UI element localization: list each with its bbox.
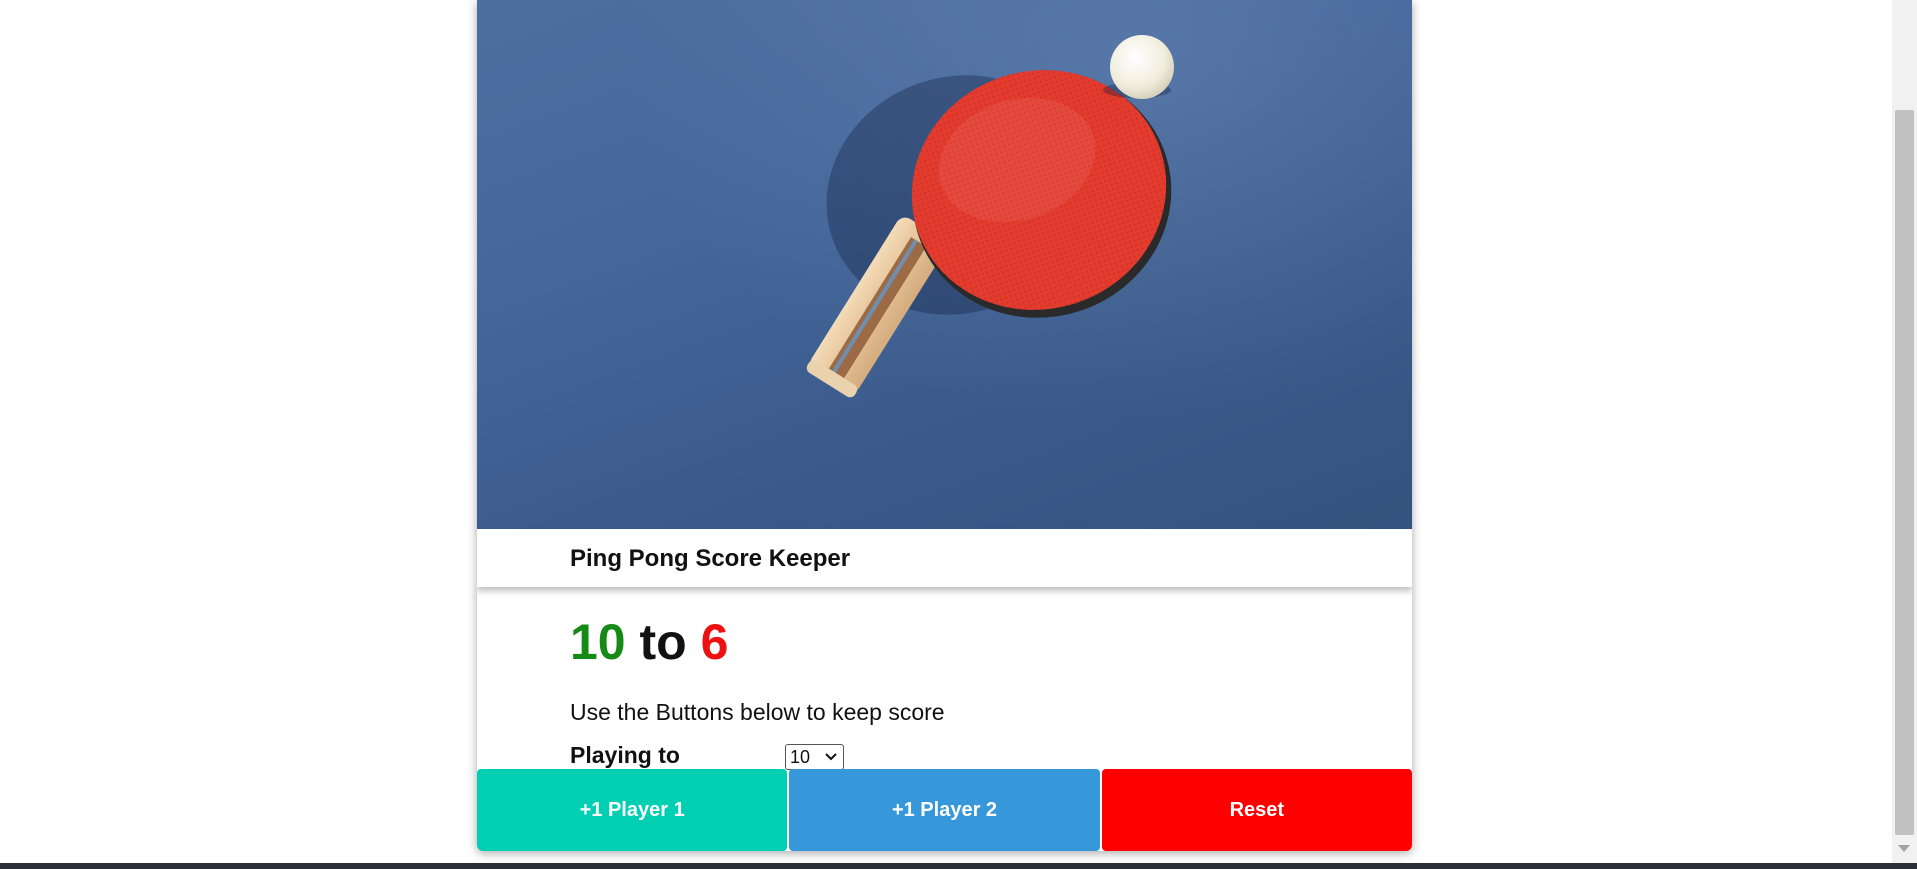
score-display: 10 to 6 <box>570 617 728 667</box>
reset-button[interactable]: Reset <box>1101 769 1412 851</box>
ping-pong-ball <box>1110 35 1174 99</box>
player1-score: 10 <box>570 614 626 670</box>
instructions-text: Use the Buttons below to keep score <box>570 699 945 725</box>
scrollbar-thumb[interactable] <box>1895 110 1914 835</box>
browser-viewport: Ping Pong Score Keeper 10 to 6 Use the B… <box>0 0 1917 869</box>
scroll-down-arrow-icon[interactable] <box>1898 845 1910 852</box>
os-taskbar-edge <box>0 863 1917 869</box>
playing-to-select[interactable]: 10 <box>785 744 844 770</box>
score-keeper-card: Ping Pong Score Keeper 10 to 6 Use the B… <box>477 0 1412 851</box>
button-row: +1 Player 1 +1 Player 2 Reset <box>477 769 1412 851</box>
player1-increment-button[interactable]: +1 Player 1 <box>477 769 788 851</box>
title-bar: Ping Pong Score Keeper <box>477 529 1412 587</box>
playing-to-label: Playing to <box>570 742 680 768</box>
score-separator: to <box>639 614 687 670</box>
page-title: Ping Pong Score Keeper <box>570 545 851 572</box>
paddle-illustration <box>806 35 1174 398</box>
player2-score: 6 <box>700 614 729 670</box>
chevron-down-icon <box>825 753 837 761</box>
playing-to-selected-value: 10 <box>790 746 811 767</box>
player2-increment-button[interactable]: +1 Player 2 <box>789 769 1100 851</box>
vertical-scrollbar[interactable] <box>1892 0 1917 863</box>
hero-image <box>477 0 1412 529</box>
